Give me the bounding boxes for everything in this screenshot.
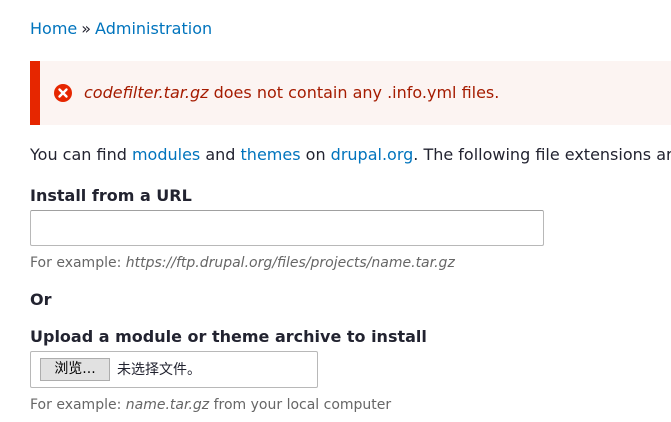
- error-circle-icon: [54, 84, 72, 102]
- themes-link[interactable]: themes: [241, 145, 301, 164]
- install-url-description: For example: https://ftp.drupal.org/file…: [30, 254, 455, 272]
- upload-example-prefix: For example:: [30, 397, 126, 413]
- modules-link[interactable]: modules: [132, 145, 200, 164]
- breadcrumb: Home» Administration: [30, 19, 212, 39]
- error-message-text: codefilter.tar.gz does not contain any .…: [84, 83, 499, 103]
- intro-on: on: [300, 145, 331, 164]
- drupal-org-link[interactable]: drupal.org: [331, 145, 414, 164]
- intro-suffix: . The following file extensions ar: [413, 145, 671, 164]
- breadcrumb-administration-link[interactable]: Administration: [95, 19, 212, 38]
- error-filename: codefilter.tar.gz: [84, 83, 209, 102]
- upload-example-suffix: from your local computer: [209, 397, 392, 413]
- file-upload-input[interactable]: 浏览... 未选择文件。: [30, 351, 318, 388]
- install-url-example-prefix: For example:: [30, 255, 126, 271]
- install-url-example-value: https://ftp.drupal.org/files/projects/na…: [125, 255, 455, 271]
- install-url-input[interactable]: [30, 210, 544, 246]
- install-url-label: Install from a URL: [30, 186, 192, 205]
- browse-button[interactable]: 浏览...: [40, 358, 110, 381]
- intro-and: and: [200, 145, 241, 164]
- breadcrumb-home-link[interactable]: Home: [30, 19, 77, 38]
- intro-prefix: You can find: [30, 145, 132, 164]
- breadcrumb-separator: »: [81, 19, 92, 38]
- no-file-selected-text: 未选择文件。: [117, 362, 201, 378]
- upload-label: Upload a module or theme archive to inst…: [30, 327, 427, 346]
- intro-text: You can find modules and themes on drupa…: [30, 145, 671, 165]
- error-message: codefilter.tar.gz does not contain any .…: [30, 61, 671, 125]
- upload-example-value: name.tar.gz: [125, 397, 210, 413]
- upload-description: For example: name.tar.gz from your local…: [30, 396, 391, 414]
- error-description: does not contain any .info.yml files.: [208, 83, 500, 102]
- or-label: Or: [30, 290, 52, 309]
